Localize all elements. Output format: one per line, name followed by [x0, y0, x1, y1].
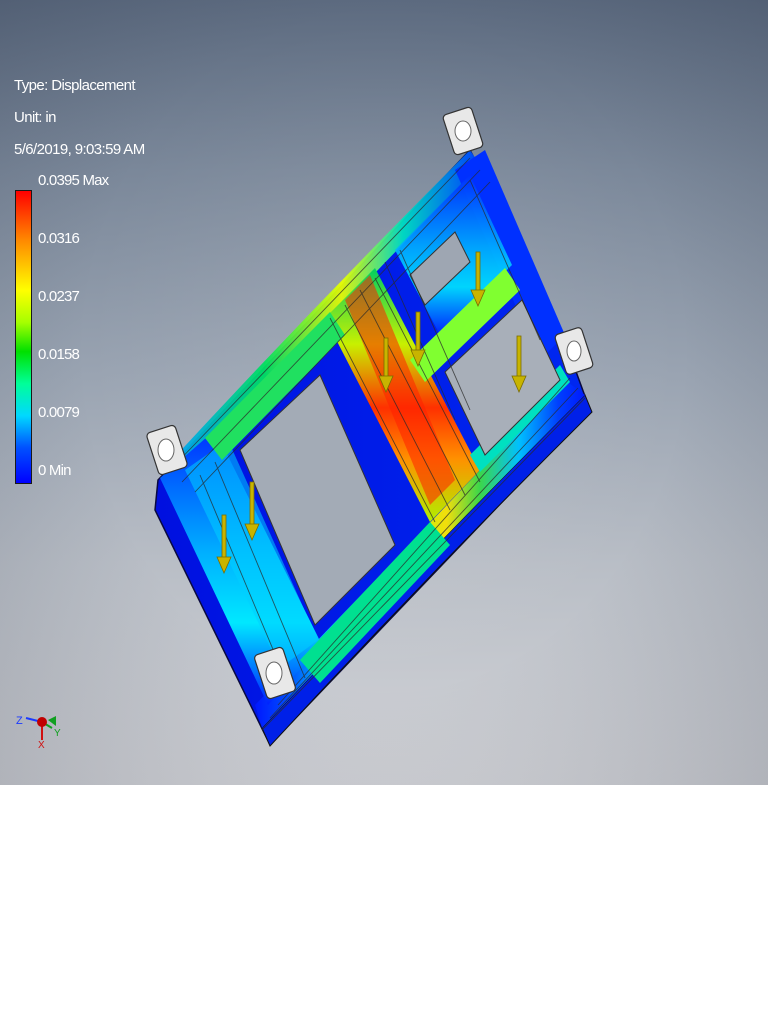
triad-y-label: Y: [54, 728, 61, 739]
displacement-contour-model[interactable]: [0, 0, 768, 785]
empty-area: [0, 785, 768, 1024]
triad-z-label: Z: [16, 715, 23, 727]
graphics-viewport[interactable]: Type: Displacement Unit: in 5/6/2019, 9:…: [0, 0, 768, 785]
triad-x-label: X: [38, 740, 45, 750]
view-triad-icon[interactable]: Z X Y: [8, 690, 68, 750]
